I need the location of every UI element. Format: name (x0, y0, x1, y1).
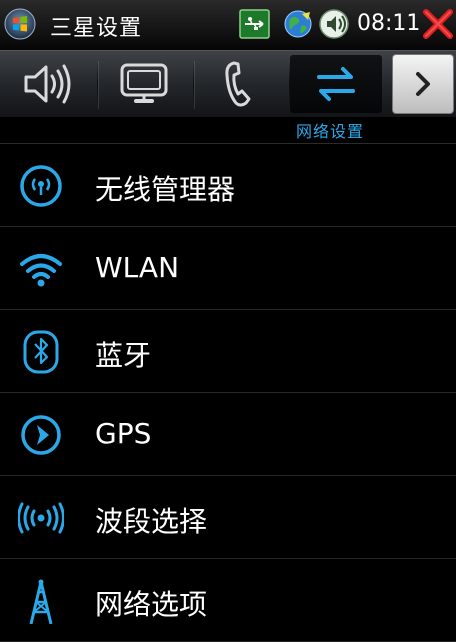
list-item-wlan[interactable]: WLAN (0, 227, 456, 310)
active-tab-caption: 网络设置 (296, 122, 365, 141)
list-item-label: 网络选项 (95, 588, 208, 621)
tab-phone[interactable] (194, 55, 286, 113)
settings-tab-bar (0, 50, 456, 117)
wireless-manager-icon (20, 165, 62, 207)
list-item-label: 波段选择 (95, 505, 208, 538)
close-icon[interactable] (422, 8, 454, 40)
gps-icon (21, 415, 61, 455)
wifi-icon (20, 254, 62, 287)
bluetooth-icon (23, 330, 59, 374)
tab-display[interactable] (98, 55, 190, 113)
chevron-right-icon (416, 72, 430, 96)
list-item-band-select[interactable]: 波段选择 (0, 476, 456, 559)
tab-network[interactable] (290, 55, 382, 113)
list-item-label: WLAN (95, 251, 180, 284)
list-item-wireless-manager[interactable]: 无线管理器 (0, 144, 456, 227)
network-globe-icon[interactable] (282, 8, 314, 40)
network-arrows-icon (317, 67, 355, 101)
antenna-tower-icon (29, 579, 53, 624)
list-item-label: GPS (95, 417, 152, 450)
band-select-icon (18, 502, 64, 534)
list-item-label: 无线管理器 (95, 173, 236, 206)
app-title: 三星设置 (50, 16, 143, 41)
next-tabs-button[interactable] (392, 54, 454, 114)
tab-sound[interactable] (2, 55, 94, 113)
clock: 08:11 (357, 11, 421, 36)
list-item-bluetooth[interactable]: 蓝牙 (0, 310, 456, 393)
monitor-icon (120, 63, 168, 103)
speaker-icon (24, 64, 71, 104)
phone-handset-icon (225, 61, 251, 107)
title-bar: 三星设置 08:11 (0, 0, 456, 50)
volume-icon[interactable] (318, 8, 352, 40)
list-item-gps[interactable]: GPS (0, 393, 456, 476)
windows-start-orb-icon[interactable] (4, 8, 36, 40)
settings-list: 无线管理器 WLAN 蓝牙 GPS 波段选择 网络选项 (0, 144, 456, 642)
list-item-network-options[interactable]: 网络选项 (0, 559, 456, 642)
usb-connection-icon[interactable] (239, 9, 270, 39)
list-item-label: 蓝牙 (95, 339, 152, 372)
